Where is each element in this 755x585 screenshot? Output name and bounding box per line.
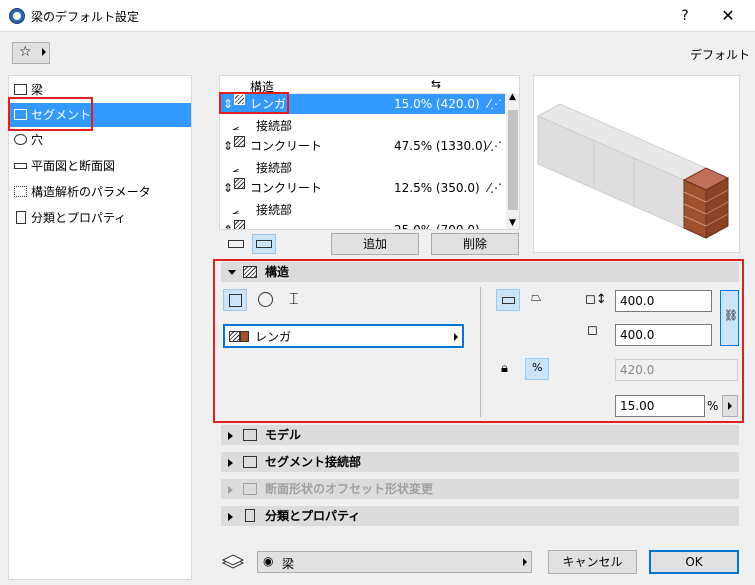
layer-selector[interactable]: ◉ 梁 [257, 551, 532, 573]
joint-row[interactable]: ⦟ 接続部 [220, 200, 505, 220]
multi-view-icon [256, 240, 272, 248]
section-model-header[interactable]: モデル [221, 425, 739, 445]
view-single-toggle[interactable] [224, 234, 248, 254]
joint-icon: ⦟ [232, 119, 240, 133]
nav-item-structural-analysis[interactable]: 構造解析のパラメータ [9, 180, 191, 204]
segment-value: 47.5% (1330.0) [394, 139, 488, 153]
hatch-icon [234, 220, 245, 229]
beam-icon [14, 84, 27, 95]
nav-item-label: 梁 [31, 83, 44, 97]
default-label: デフォルト [690, 48, 751, 62]
view-multi-toggle[interactable] [252, 234, 276, 254]
highlight-structure-panel [213, 259, 744, 423]
highlight-segment-nav [8, 97, 93, 131]
classification-icon [245, 509, 255, 522]
segment-name: コンクリート [250, 139, 323, 153]
layer-icon [219, 551, 247, 573]
section-offset-header: 断面形状のオフセット形状変更 [221, 479, 739, 499]
segment-row[interactable]: ⇕ コンクリート 47.5% (1330.0) ⁄⋰ [220, 136, 505, 156]
model-icon [243, 429, 257, 441]
joint-icon: ⁄⋰ [488, 181, 503, 195]
favorites-button[interactable]: ☆ [12, 42, 50, 64]
segment-value: 15.0% (420.0) [394, 97, 480, 111]
joint-name: 接続部 [256, 203, 293, 217]
delete-segment-button[interactable]: 削除 [431, 233, 519, 255]
floorplan-icon [14, 163, 27, 169]
segment-row[interactable]: ⇕ 25.0% (700.0) [220, 220, 505, 230]
joint-row[interactable]: ⦟ 接続部 [220, 116, 505, 136]
segment-value: 12.5% (350.0) [394, 181, 480, 195]
section-segment-joint-header[interactable]: セグメント接続部 [221, 452, 739, 472]
section-title: 断面形状のオフセット形状変更 [265, 482, 434, 496]
nav-item-floorplan[interactable]: 平面図と断面図 [9, 154, 191, 178]
beam-3d-preview [536, 103, 730, 239]
nav-item-label: 構造解析のパラメータ [31, 185, 151, 199]
nav-item-label: 平面図と断面図 [31, 159, 116, 173]
section-title: モデル [265, 428, 302, 442]
expand-icon [228, 486, 233, 494]
nav-item-hole[interactable]: 穴 [9, 128, 191, 152]
hatch-icon [234, 178, 245, 189]
chevron-right-icon [42, 48, 46, 56]
segment-name: コンクリート [250, 181, 323, 195]
layer-name: 梁 [282, 557, 295, 571]
section-title: セグメント接続部 [265, 455, 362, 469]
section-classification-header[interactable]: 分類とプロパティ [221, 506, 739, 526]
structural-analysis-icon [14, 186, 27, 197]
reorder-icon[interactable]: ⇕ [223, 178, 233, 198]
expand-icon [228, 513, 233, 521]
joint-row[interactable]: ⦟ 接続部 [220, 158, 505, 178]
joint-icon: ⁄⋰ [488, 97, 503, 111]
nav-item-label: 分類とプロパティ [31, 211, 127, 225]
chevron-right-icon [523, 558, 527, 566]
nav-item-classification[interactable]: 分類とプロパティ [9, 206, 191, 230]
expand-icon [228, 432, 233, 440]
title-bar: 梁のデフォルト設定 ? ✕ [0, 0, 755, 32]
section-title: 分類とプロパティ [265, 509, 361, 523]
joint-icon: ⁄⋰ [488, 139, 503, 153]
eye-icon: ◉ [263, 554, 274, 568]
app-icon [9, 8, 25, 24]
segment-row[interactable]: ⇕ コンクリート 12.5% (350.0) ⁄⋰ [220, 178, 505, 198]
scroll-down-icon[interactable]: ▼ [509, 218, 516, 228]
close-button[interactable]: ✕ [714, 4, 742, 28]
reorder-icon[interactable]: ⇕ [223, 136, 233, 156]
highlight-selected-segment [219, 92, 289, 114]
classification-icon [16, 211, 26, 224]
scroll-thumb[interactable] [508, 110, 518, 210]
segment-joint-icon [243, 456, 257, 468]
joint-icon: ⦟ [232, 203, 240, 217]
beam-preview [533, 75, 740, 253]
segment-value: 25.0% (700.0) [394, 223, 480, 230]
help-button[interactable]: ? [671, 4, 699, 28]
scroll-up-icon[interactable]: ▲ [509, 92, 516, 102]
single-view-icon [228, 240, 244, 248]
reorder-icon[interactable]: ⇕ [223, 220, 233, 229]
hole-icon [14, 134, 27, 145]
nav-item-label: 穴 [31, 133, 44, 147]
hatch-icon [234, 136, 245, 147]
window-title: 梁のデフォルト設定 [31, 10, 140, 24]
star-icon: ☆ [19, 44, 32, 60]
column-joint-icon: ⇆ [431, 77, 442, 91]
joint-name: 接続部 [256, 161, 293, 175]
add-segment-button[interactable]: 追加 [331, 233, 419, 255]
expand-icon [228, 459, 233, 467]
ok-button[interactable]: OK [649, 550, 739, 574]
joint-icon: ⦟ [232, 161, 240, 175]
settings-nav: 梁 セグメント 穴 平面図と断面図 構造解析のパラメータ 分類とプロパティ [8, 75, 192, 580]
cancel-button[interactable]: キャンセル [548, 550, 637, 574]
joint-name: 接続部 [256, 119, 293, 133]
offset-profile-icon [243, 483, 257, 495]
